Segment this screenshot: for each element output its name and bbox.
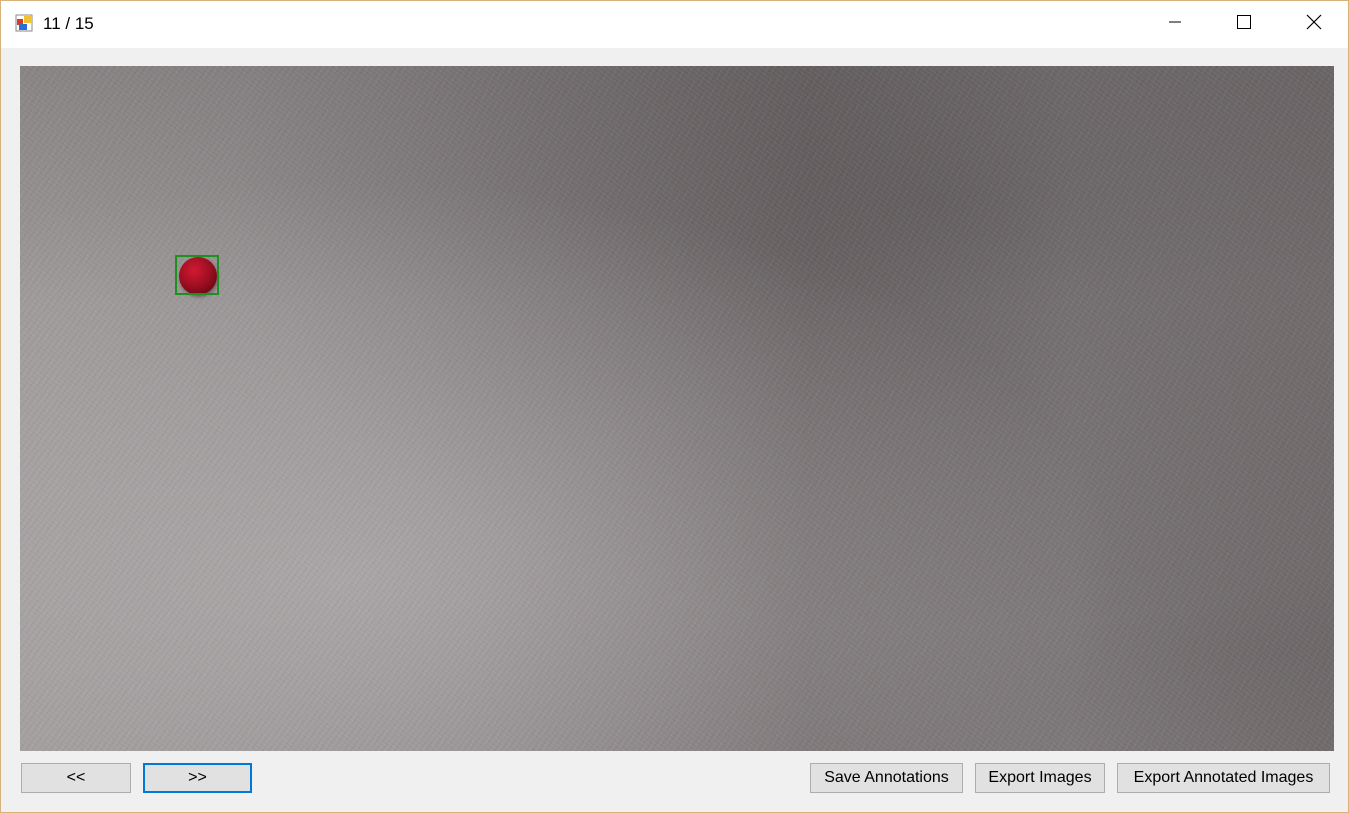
save-annotations-button[interactable]: Save Annotations bbox=[810, 763, 963, 793]
title-bar[interactable]: 11 / 15 bbox=[1, 1, 1348, 48]
app-window: 11 / 15 << >> Save Annotations Export Im… bbox=[0, 0, 1349, 813]
export-images-button[interactable]: Export Images bbox=[975, 763, 1105, 793]
app-icon[interactable] bbox=[15, 14, 33, 32]
maximize-icon bbox=[1236, 14, 1252, 35]
window-title: 11 / 15 bbox=[43, 14, 94, 33]
close-icon bbox=[1306, 14, 1322, 35]
previous-image-button[interactable]: << bbox=[21, 763, 131, 793]
wall-texture bbox=[20, 66, 1334, 751]
minimize-button[interactable] bbox=[1140, 1, 1210, 48]
minimize-icon bbox=[1167, 14, 1183, 35]
maximize-button[interactable] bbox=[1209, 1, 1279, 48]
image-annotation-canvas[interactable] bbox=[20, 66, 1334, 751]
close-button[interactable] bbox=[1279, 1, 1349, 48]
annotation-bounding-box[interactable] bbox=[175, 255, 219, 295]
next-image-button[interactable]: >> bbox=[143, 763, 252, 793]
export-annotated-images-button[interactable]: Export Annotated Images bbox=[1117, 763, 1330, 793]
